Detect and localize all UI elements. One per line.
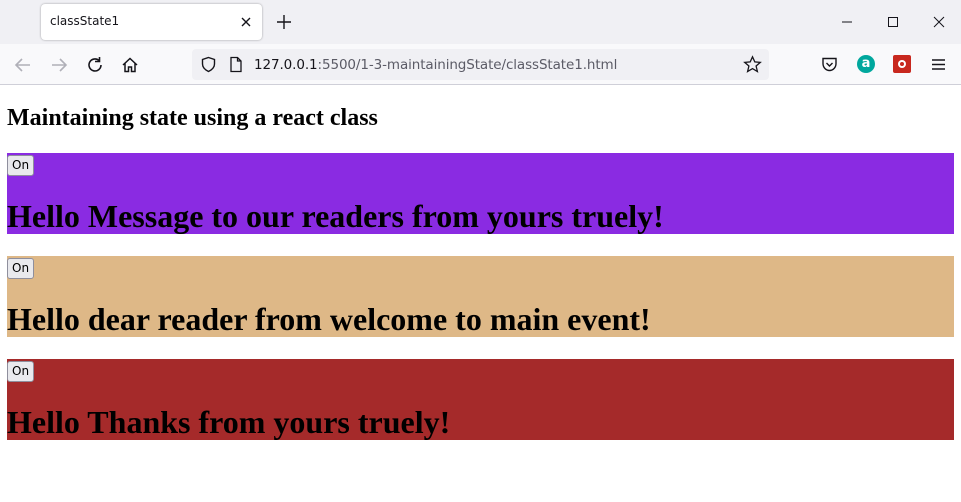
page-icon bbox=[230, 56, 242, 73]
home-icon[interactable] bbox=[119, 54, 141, 76]
extension-red-icon[interactable] bbox=[893, 55, 911, 73]
browser-tab[interactable]: classState1 bbox=[41, 4, 262, 40]
url-bar[interactable]: 127.0.0.1:5500/1-3-maintainingState/clas… bbox=[192, 49, 769, 80]
extension-a-icon[interactable]: a bbox=[857, 55, 875, 73]
navigation-bar: 127.0.0.1:5500/1-3-maintainingState/clas… bbox=[0, 44, 961, 85]
reload-icon[interactable] bbox=[84, 54, 106, 76]
message-panel-1: On Hello Message to our readers from you… bbox=[7, 153, 954, 234]
url-path: :5500/1-3-maintainingState/classState1.h… bbox=[317, 57, 618, 73]
url-text[interactable]: 127.0.0.1:5500/1-3-maintainingState/clas… bbox=[254, 57, 617, 73]
page-title: Maintaining state using a react class bbox=[7, 105, 378, 131]
panel-message-1: Hello Message to our readers from yours … bbox=[7, 198, 664, 234]
minimize-icon[interactable] bbox=[837, 12, 857, 32]
on-button-3[interactable]: On bbox=[7, 361, 35, 382]
menu-icon[interactable] bbox=[929, 55, 948, 74]
close-icon[interactable] bbox=[236, 12, 256, 32]
plus-icon[interactable] bbox=[274, 12, 294, 32]
extension-glyph-icon bbox=[898, 60, 906, 68]
message-panel-3: On Hello Thanks from yours truely! bbox=[7, 359, 954, 440]
on-button-2[interactable]: On bbox=[7, 258, 35, 279]
panel-message-3: Hello Thanks from yours truely! bbox=[7, 404, 451, 440]
pocket-icon[interactable] bbox=[820, 55, 839, 74]
tab-title: classState1 bbox=[50, 14, 120, 28]
maximize-icon[interactable] bbox=[883, 12, 903, 32]
page-content: Maintaining state using a react class On… bbox=[0, 86, 961, 502]
on-button-1[interactable]: On bbox=[7, 155, 35, 176]
tab-strip: classState1 bbox=[0, 0, 961, 44]
shield-icon[interactable] bbox=[200, 56, 217, 73]
message-panel-2: On Hello dear reader from welcome to mai… bbox=[7, 256, 954, 337]
bookmark-star-icon[interactable] bbox=[743, 55, 762, 74]
back-icon[interactable] bbox=[12, 54, 34, 76]
window-close-icon[interactable] bbox=[929, 12, 949, 32]
forward-icon[interactable] bbox=[48, 54, 70, 76]
panel-message-2: Hello dear reader from welcome to main e… bbox=[7, 301, 651, 337]
url-host: 127.0.0.1 bbox=[254, 57, 318, 73]
